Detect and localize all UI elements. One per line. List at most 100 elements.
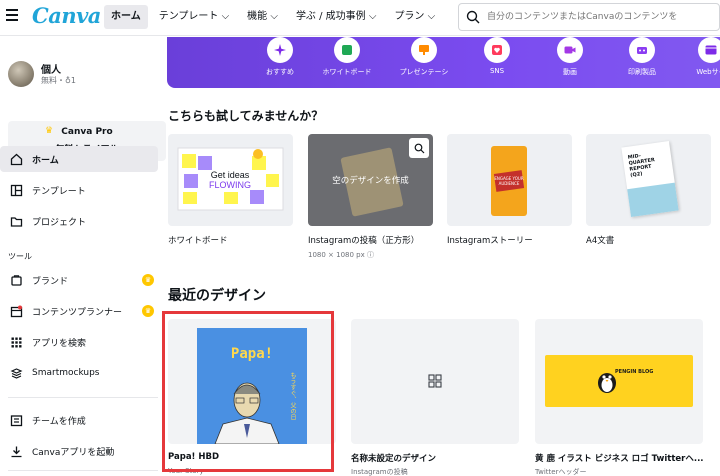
brand-icon <box>9 273 23 287</box>
whiteboard-icon <box>334 37 360 63</box>
nav-home[interactable]: ホーム <box>104 5 148 29</box>
category-banner: おすすめ ホワイトボード プレゼンテーシ SNS 動画 印刷製品 Webサイ <box>167 37 720 88</box>
category-sns[interactable]: SNS <box>459 37 535 75</box>
story-thumb-text: ENGAGE YOUR AUDIENCE <box>494 176 524 186</box>
design-type: Instagramの投稿 <box>351 468 408 476</box>
section-title-recent: 最近のデザイン <box>168 288 266 304</box>
canva-logo[interactable]: Canva <box>32 3 101 28</box>
sidebar-item-projects[interactable]: プロジェクト <box>0 208 158 234</box>
main-nav: ホーム テンプレート ⌵ 機能 ⌵ 学ぶ / 成功事例 ⌵ プラン ⌵ <box>104 5 442 29</box>
category-label: プレゼンテーシ <box>399 68 449 76</box>
search-input[interactable] <box>487 9 713 25</box>
sidebar-item-launch-app[interactable]: Canvaアプリを起動 <box>0 438 158 464</box>
category-label: ホワイトボード <box>322 68 372 76</box>
nav-templates[interactable]: テンプレート ⌵ <box>152 5 236 29</box>
recent-design-card[interactable]: PENGIN BLOG <box>535 319 703 444</box>
sidebar-item-label: プロジェクト <box>32 217 87 228</box>
sidebar: 個人 無料・♁1 ♛ Canva Pro 無料トライアル ホーム テンプレート … <box>0 37 166 476</box>
template-size: 1080 × 1080 px ⓘ <box>308 251 374 259</box>
design-thumbnail: PENGIN BLOG <box>545 355 693 407</box>
template-card-instagram-story[interactable]: ENGAGE YOUR AUDIENCE <box>447 134 572 226</box>
whiteboard-thumbnail: Get ideas FLOWING <box>177 147 284 211</box>
profile-plan: 無料・♁1 <box>41 76 76 85</box>
folder-icon <box>9 214 23 228</box>
template-title: Instagramストーリー <box>447 236 533 246</box>
design-type: Twitterヘッダー <box>535 468 587 476</box>
sidebar-item-label: Canvaアプリを起動 <box>32 447 115 458</box>
sidebar-item-label: アプリを検索 <box>32 338 87 349</box>
home-icon <box>9 152 23 166</box>
sparkle-icon <box>267 37 293 63</box>
sidebar-item-templates[interactable]: テンプレート <box>0 177 158 203</box>
sidebar-item-smartmockups[interactable]: Smartmockups <box>0 360 158 386</box>
sidebar-item-apps[interactable]: アプリを検索 <box>0 329 158 355</box>
category-label: 動画 <box>563 68 577 76</box>
sidebar-item-label: コンテンツプランナー <box>32 307 123 318</box>
crown-icon: ♛ <box>142 305 154 317</box>
design-title: 名称未設定のデザイン <box>351 454 437 464</box>
sidebar-item-brand[interactable]: ブランド ♛ <box>0 267 158 293</box>
mockup-icon <box>9 366 23 380</box>
avatar[interactable] <box>8 61 34 87</box>
download-icon <box>9 444 23 458</box>
grid-placeholder-icon <box>428 374 442 388</box>
a4-thumb-text: MID-QUARTER REPORT (Q2) <box>627 153 656 179</box>
template-card-whiteboard[interactable]: Get ideas FLOWING <box>168 134 293 226</box>
template-title: Instagramの投稿（正方形） <box>308 236 420 246</box>
sidebar-item-content-planner[interactable]: コンテンツプランナー ♛ <box>0 298 158 324</box>
search-icon[interactable] <box>409 138 429 158</box>
calendar-icon <box>9 304 23 318</box>
highlight-box <box>162 311 334 472</box>
design-title: 黄 鹿 イラスト ビジネス ロゴ Twitterヘ... <box>535 454 704 464</box>
print-icon <box>629 37 655 63</box>
apps-icon <box>9 335 23 349</box>
sidebar-divider <box>8 397 158 398</box>
sidebar-item-label: テンプレート <box>32 186 86 197</box>
whiteboard-thumb-text: Get ideas <box>211 170 250 180</box>
category-print[interactable]: 印刷製品 <box>604 37 680 77</box>
sidebar-item-label: ホーム <box>32 155 59 166</box>
category-recommended[interactable]: おすすめ <box>242 37 318 77</box>
heart-icon <box>484 37 510 63</box>
sidebar-item-create-team[interactable]: チームを作成 <box>0 407 158 433</box>
thumb-title: PENGIN BLOG <box>615 369 654 375</box>
category-website[interactable]: Webサイ <box>673 37 720 77</box>
crown-icon: ♛ <box>142 274 154 286</box>
category-whiteboard[interactable]: ホワイトボード <box>309 37 385 77</box>
category-label: おすすめ <box>266 68 294 76</box>
profile-name: 個人 <box>41 65 61 76</box>
a4-thumbnail: MID-QUARTER REPORT (Q2) <box>621 141 679 217</box>
menu-icon[interactable] <box>6 9 20 23</box>
nav-plans[interactable]: プラン ⌵ <box>387 5 442 29</box>
sidebar-divider <box>8 470 158 471</box>
instagram-story-thumbnail: ENGAGE YOUR AUDIENCE <box>491 146 527 216</box>
top-bar: Canva ホーム テンプレート ⌵ 機能 ⌵ 学ぶ / 成功事例 ⌵ プラン … <box>0 0 720 36</box>
nav-features[interactable]: 機能 ⌵ <box>240 5 285 29</box>
sidebar-item-label: チームを作成 <box>32 416 86 427</box>
category-video[interactable]: 動画 <box>532 37 608 77</box>
trial-title: Canva Pro <box>61 127 113 137</box>
template-card-a4[interactable]: MID-QUARTER REPORT (Q2) <box>586 134 711 226</box>
template-icon <box>9 183 23 197</box>
video-icon <box>557 37 583 63</box>
template-title: ホワイトボード <box>168 236 228 246</box>
tools-heading: ツール <box>8 252 32 261</box>
team-icon <box>9 413 23 427</box>
category-presentation[interactable]: プレゼンテーシ <box>386 37 462 77</box>
template-card-instagram-post[interactable]: 空のデザインを作成 <box>308 134 433 226</box>
nav-learn[interactable]: 学ぶ / 成功事例 ⌵ <box>289 5 384 29</box>
search-box[interactable] <box>458 3 720 31</box>
sidebar-item-label: Smartmockups <box>32 368 100 378</box>
category-label: 印刷製品 <box>628 68 656 76</box>
web-icon <box>698 37 720 63</box>
presentation-icon <box>411 37 437 63</box>
section-title-try: こちらも試してみませんか？ <box>168 109 324 123</box>
create-blank-label: 空のデザインを作成 <box>332 176 409 186</box>
svg-text:FLOWING: FLOWING <box>209 180 251 190</box>
sidebar-item-home[interactable]: ホーム <box>0 146 158 172</box>
sidebar-item-label: ブランド <box>32 276 69 287</box>
template-title: A4文書 <box>586 236 615 246</box>
category-label: SNS <box>489 67 505 75</box>
category-label: Webサイ <box>696 68 720 76</box>
recent-design-card[interactable] <box>351 319 519 444</box>
